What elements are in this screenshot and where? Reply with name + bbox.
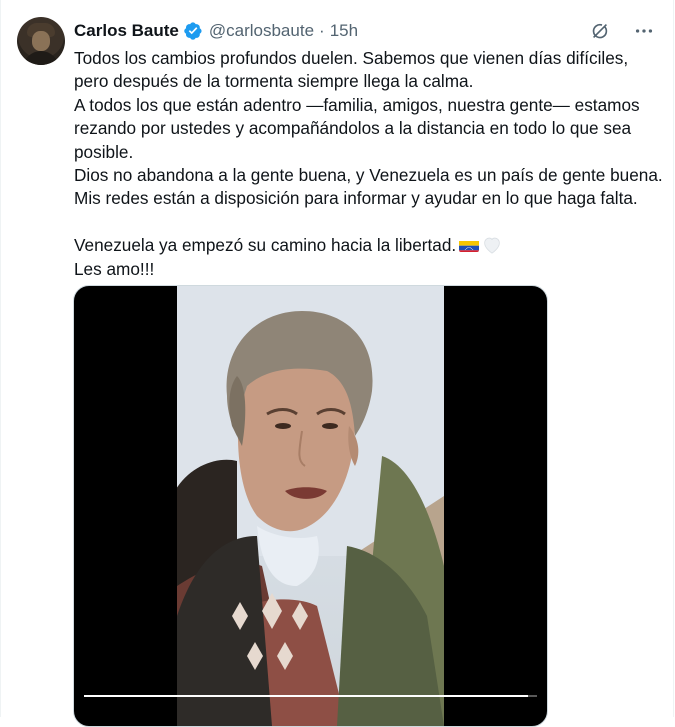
tweet-timestamp[interactable]: 15h [330,21,358,41]
author-name[interactable]: Carlos Baute [74,21,179,41]
separator-dot: · [319,21,325,40]
tweet-paragraph: A todos los que están adentro —familia, … [74,94,640,162]
tweet-paragraph: Mis redes están a disposición para infor… [74,188,638,209]
video-progress-fill [84,695,528,697]
tweet-paragraph: Dios no abandona a la gente buena, y Ven… [74,165,663,186]
white-heart-emoji [482,236,502,254]
avatar[interactable] [17,17,65,65]
venezuela-flag-emoji [459,238,480,253]
closing-line: Venezuela ya empezó su camino hacia la l… [74,235,457,256]
verified-badge-icon [183,21,203,41]
tweet-paragraph: Todos los cambios profundos duelen. Sabe… [74,48,629,92]
tweet-actions-top [587,18,657,44]
video-frame[interactable] [177,286,444,726]
tweet-paragraph: Venezuela ya empezó su camino hacia la l… [74,234,664,257]
tweet-body: Todos los cambios profundos duelen. Sabe… [74,47,664,281]
tweet-header: Carlos Baute @carlosbaute · 15h [74,20,358,42]
tweet-container[interactable]: Carlos Baute @carlosbaute · 15h Todos lo… [0,0,674,727]
grok-icon[interactable] [587,18,613,44]
video-progress-bar[interactable] [84,695,537,697]
more-icon[interactable] [631,18,657,44]
author-handle[interactable]: @carlosbaute [209,21,314,41]
video-player[interactable] [73,285,548,727]
tweet-paragraph: Les amo!!! [74,258,155,279]
